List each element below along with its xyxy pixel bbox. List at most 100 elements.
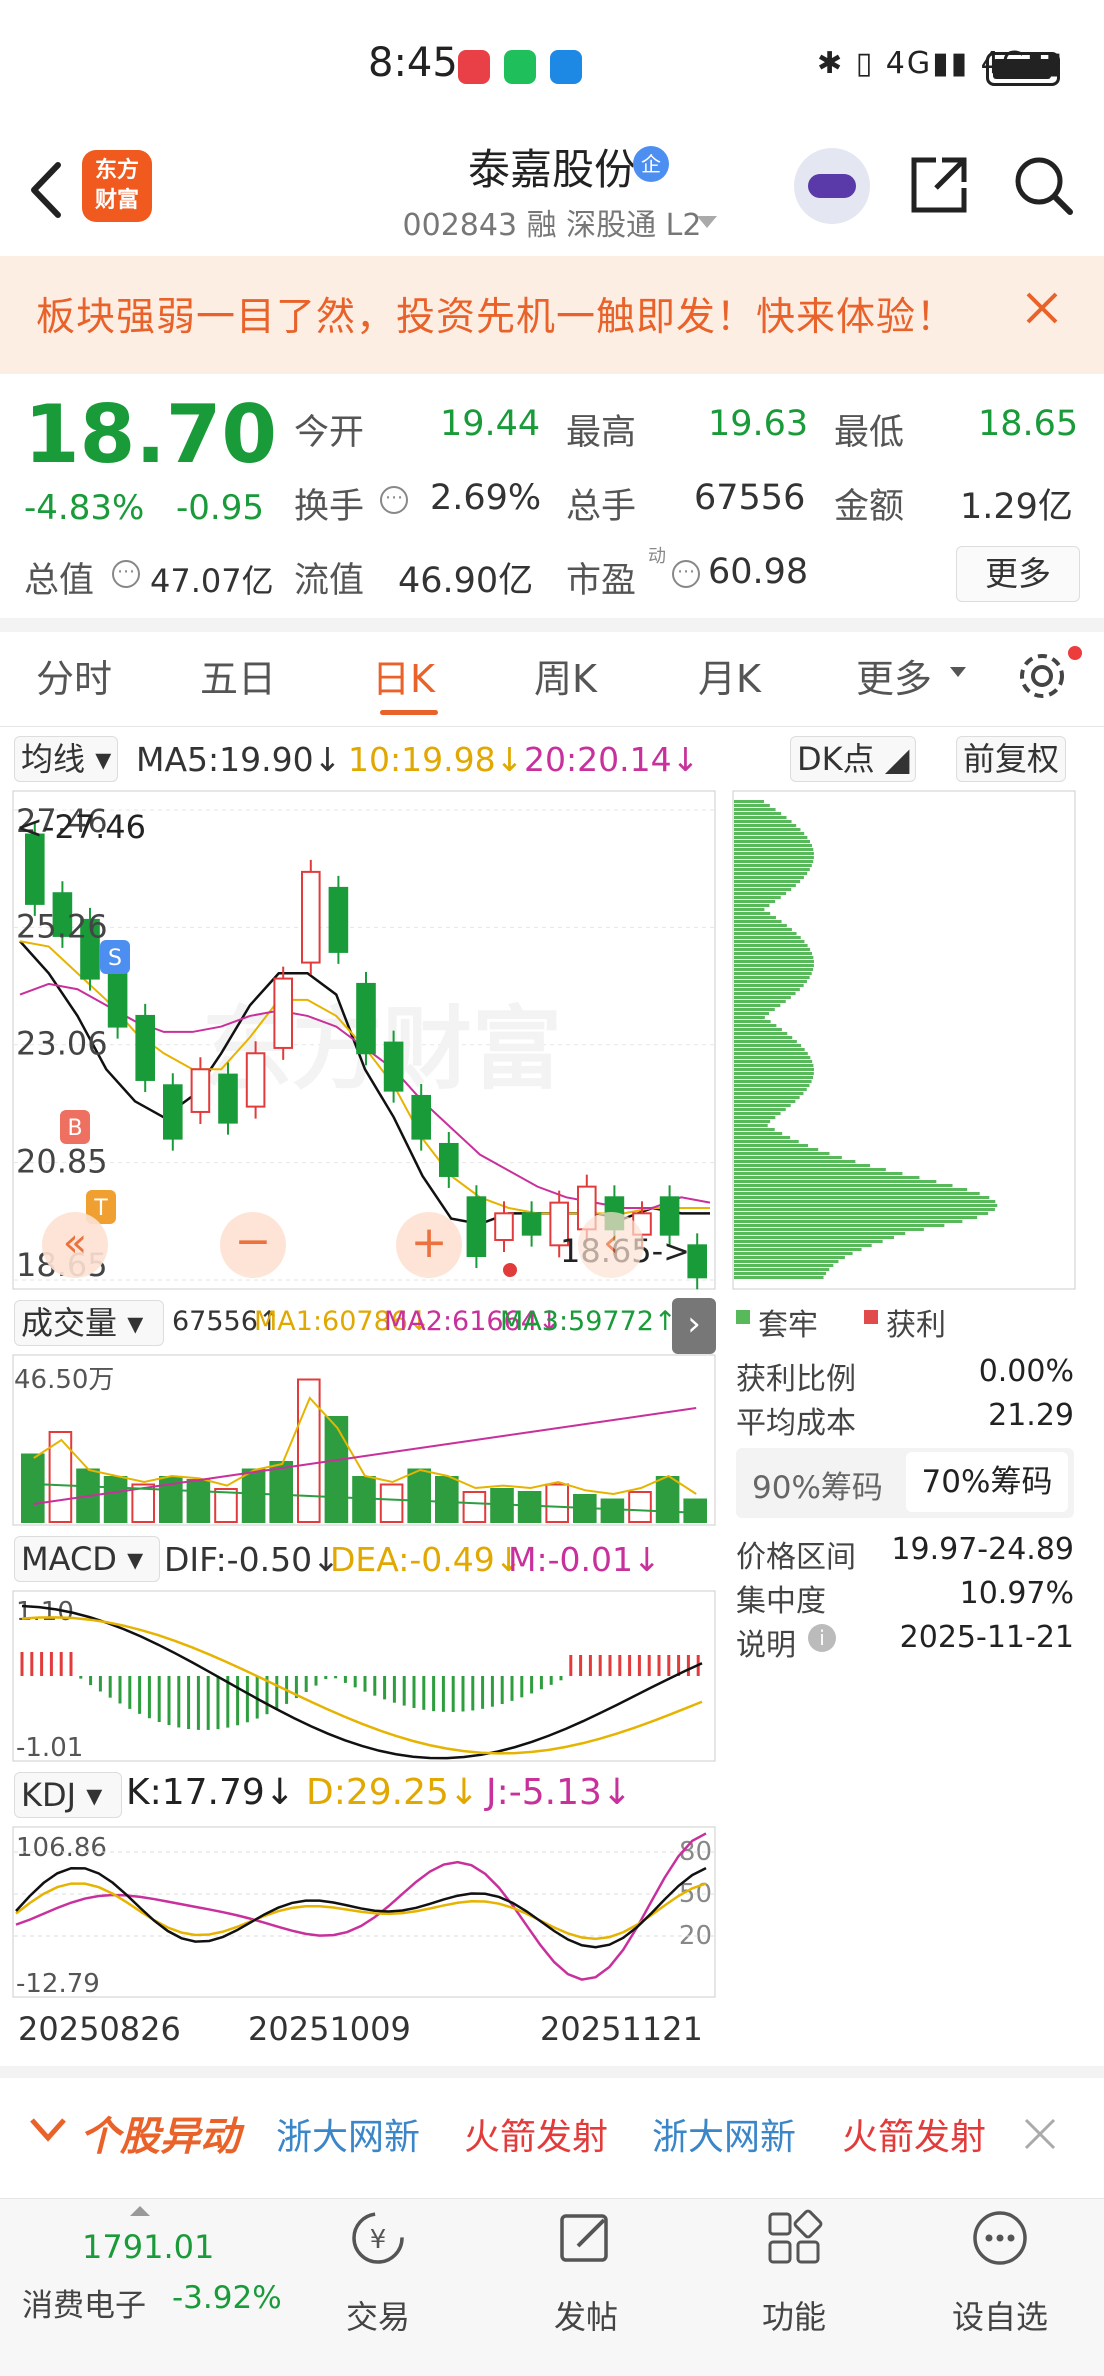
volume-bar xyxy=(683,1498,708,1523)
candle xyxy=(190,1068,211,1113)
divider xyxy=(0,2066,1104,2078)
chip-bar xyxy=(734,1148,819,1151)
info-icon[interactable]: ⋯ xyxy=(112,560,140,588)
info-icon[interactable]: i xyxy=(808,1624,836,1652)
dropdown-icon[interactable] xyxy=(694,212,720,232)
volume-bar xyxy=(241,1468,266,1523)
expand-panel-icon[interactable]: › xyxy=(672,1298,716,1354)
chip-bar xyxy=(734,852,814,855)
nav-watchlist[interactable]: 设自选 xyxy=(930,2292,1070,2338)
info-icon[interactable]: ⋯ xyxy=(672,560,700,588)
chip-bar xyxy=(734,1236,895,1239)
chip-bar xyxy=(734,992,796,995)
chip-bar xyxy=(734,840,810,843)
search-icon[interactable] xyxy=(1010,152,1076,218)
promo-banner-text[interactable]: 板块强弱一目了然，投资先机一触即发！快来体验！ xyxy=(36,286,956,342)
dk-point-selector[interactable]: DK点 ◢ xyxy=(790,736,917,782)
chip-bar xyxy=(734,1116,776,1119)
zoom-out-icon[interactable]: − xyxy=(220,1212,286,1278)
index-name[interactable]: 消费电子 xyxy=(22,2280,146,2325)
index-value[interactable]: 1791.01 xyxy=(82,2228,214,2266)
chip-bar xyxy=(734,1076,814,1079)
chip-bar xyxy=(734,1132,783,1135)
info-icon[interactable]: ⋯ xyxy=(380,486,408,514)
candle xyxy=(411,1094,431,1140)
chip-bar xyxy=(734,1024,777,1027)
nav-function[interactable]: 功能 xyxy=(724,2292,864,2338)
tab-daily-k[interactable]: 日K xyxy=(372,648,435,703)
tab-weekly-k[interactable]: 周K xyxy=(534,648,597,703)
trade-icon[interactable]: ¥ xyxy=(348,2208,408,2268)
chip-bar xyxy=(734,1152,830,1155)
post-icon[interactable] xyxy=(556,2208,616,2268)
legend-profit-swatch xyxy=(864,1310,878,1324)
ma20-value: 20:20.14↓ xyxy=(524,740,700,779)
chip-bar xyxy=(734,1084,810,1087)
volume-selector[interactable]: 成交量 ▾ xyxy=(14,1300,164,1346)
chip-bar xyxy=(734,804,770,807)
tab-intraday[interactable]: 分时 xyxy=(36,648,112,703)
more-button[interactable]: 更多 xyxy=(956,546,1080,602)
scroll-left-icon[interactable]: « xyxy=(42,1212,108,1278)
share-icon[interactable] xyxy=(906,152,972,218)
market-cap-label: 总值 xyxy=(24,561,95,601)
chevron-down-icon[interactable] xyxy=(28,2114,68,2144)
nav-trade[interactable]: 交易 xyxy=(308,2292,448,2338)
notification-app-icon xyxy=(504,50,536,84)
more-dots-icon[interactable] xyxy=(970,2208,1030,2268)
macd-selector[interactable]: MACD ▾ xyxy=(14,1536,160,1582)
price-range-value: 19.97-24.89 xyxy=(891,1532,1074,1567)
chip-bar xyxy=(734,1104,791,1107)
volume-bar xyxy=(545,1483,570,1523)
close-icon[interactable] xyxy=(1018,284,1066,332)
tab-more[interactable]: 更多 xyxy=(856,648,932,703)
ticker-item[interactable]: 火箭发射 xyxy=(464,2108,608,2160)
ticker-title: 个股异动 xyxy=(80,2114,240,2160)
candle xyxy=(687,1244,708,1279)
legend-trap: 套牢 xyxy=(758,1308,818,1343)
chip-bar xyxy=(734,1048,805,1051)
chip-bar xyxy=(734,928,792,931)
chip-bar xyxy=(734,1088,807,1091)
open-label: 今开 xyxy=(294,413,365,453)
chip-bar xyxy=(734,1140,799,1143)
app-root: 8:45 ✱ ▯ 4G▮▮ 4G▮▮ 东方 财富 泰嘉股份 企 002843 融… xyxy=(0,0,1104,2376)
candle xyxy=(273,977,293,1049)
chevron-left-icon[interactable]: ‹ xyxy=(578,1212,644,1278)
macd-dif: DIF:-0.50↓ xyxy=(164,1540,340,1579)
chip-bar xyxy=(734,1224,945,1227)
ticker-item[interactable]: 火箭发射 xyxy=(842,2108,986,2160)
ma-selector[interactable]: 均线 ▾ xyxy=(14,736,119,782)
chip-bar xyxy=(734,1220,963,1223)
tab-chip-90[interactable]: 90%筹码 xyxy=(752,1462,883,1507)
close-icon[interactable] xyxy=(1020,2114,1060,2154)
caret-up-icon[interactable] xyxy=(128,2204,152,2218)
chip-bar xyxy=(734,860,814,863)
function-icon[interactable] xyxy=(764,2208,824,2268)
macd-selector-label: MACD xyxy=(21,1540,117,1578)
ticker-item[interactable]: 浙大网新 xyxy=(276,2108,420,2160)
index-change[interactable]: -3.92% xyxy=(172,2280,282,2316)
ma-selector-label: 均线 xyxy=(21,740,86,778)
note-date: 2025-11-21 xyxy=(899,1620,1074,1655)
nav-post[interactable]: 发帖 xyxy=(516,2292,656,2338)
pe-value: 60.98 xyxy=(708,552,809,592)
float-cap-label: 流值 xyxy=(294,561,365,601)
adjust-selector[interactable]: 前复权 xyxy=(956,736,1067,782)
tab-chip-70[interactable]: 70%筹码 xyxy=(906,1452,1068,1512)
chip-bar xyxy=(734,1168,886,1171)
change-percent: -4.83% xyxy=(24,488,145,528)
macd-m: M:-0.01↓ xyxy=(508,1540,661,1579)
ticker-item[interactable]: 浙大网新 xyxy=(652,2108,796,2160)
chip-bar xyxy=(734,964,814,967)
kdj-selector[interactable]: KDJ ▾ xyxy=(14,1772,122,1818)
chip-bar xyxy=(734,896,781,899)
chip-bar xyxy=(734,884,796,887)
volume-bar xyxy=(269,1461,293,1523)
tab-five-day[interactable]: 五日 xyxy=(200,648,276,703)
robot-assistant-icon[interactable] xyxy=(794,148,870,224)
gear-icon[interactable] xyxy=(1014,648,1070,704)
zoom-in-icon[interactable]: + xyxy=(396,1212,462,1278)
tab-monthly-k[interactable]: 月K xyxy=(698,648,761,703)
dropdown-icon[interactable] xyxy=(948,664,968,680)
